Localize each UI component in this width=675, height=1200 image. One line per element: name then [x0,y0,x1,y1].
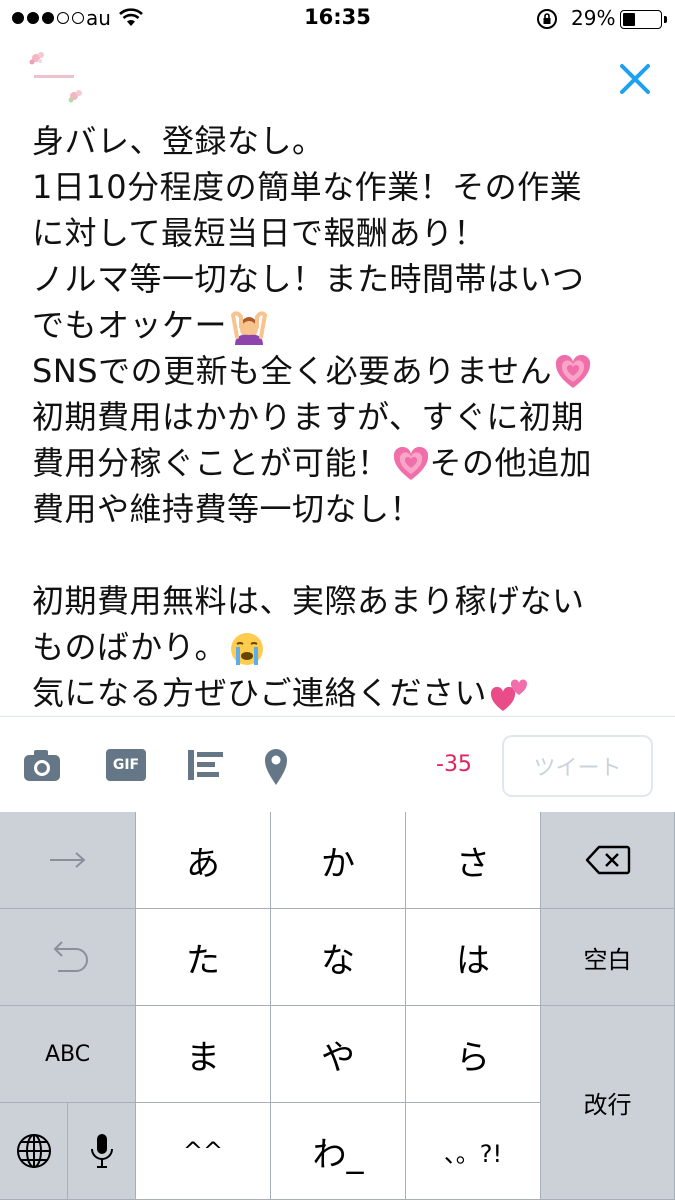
tweet-line: 身バレ、登録なし。 [32,122,325,160]
key-ha[interactable]: は [406,909,541,1006]
key-punctuation[interactable]: 、。?! [406,1103,541,1200]
key-ma-label: ま [186,1037,220,1078]
orientation-lock-icon [537,9,557,29]
status-bar: au 16:35 29% [0,0,675,38]
tweet-line: SNSでの更新も全く必要ありません [32,348,652,394]
key-wa-label: わ_ [312,1134,364,1175]
key-sa-label: さ [456,843,490,884]
globe-icon [16,1134,51,1168]
arrow-right-icon [49,852,86,868]
tweet-button[interactable]: ツイート [502,735,653,797]
tweet-line: に対して最短当日で報酬あり！ [32,214,487,252]
key-ta-label: た [186,940,220,981]
tweet-line: 費用や維持費等一切なし！ [32,490,423,528]
key-ha-label: は [456,940,490,981]
growing-heart-emoji-icon [393,447,428,480]
location-pin-icon[interactable] [262,747,290,787]
space-key[interactable]: 空白 [541,909,675,1006]
close-icon[interactable] [612,56,658,102]
battery-percent: 29% [571,6,616,30]
key-sa[interactable]: さ [406,812,541,909]
key-ka-label: か [321,843,355,884]
microphone-icon [90,1134,113,1168]
abc-key[interactable]: ABC [0,1006,136,1103]
camera-icon[interactable] [22,745,62,785]
crying-face-emoji-icon [231,633,264,665]
key-a-label: あ [186,843,220,884]
tweet-line: 初期費用はかかりますが、すぐに初期 [32,398,584,436]
undo-key[interactable] [0,909,136,1006]
tweet-line: ノルマ等一切なし！また時間帯はいつ [32,260,585,298]
key-ka[interactable]: か [271,812,406,909]
poll-icon[interactable] [186,745,226,785]
key-ta[interactable]: た [136,909,271,1006]
two-hearts-emoji-icon [490,679,528,711]
return-key-label: 改行 [583,1091,632,1119]
key-emoticon-label: ^^ [182,1137,224,1165]
tweet-line: ものばかり。 [32,624,652,670]
next-candidate-key[interactable] [0,812,136,909]
key-a[interactable]: あ [136,812,271,909]
tweet-text-area[interactable]: 身バレ、登録なし。 1日10分程度の簡単な作業！その作業 に対して最短当日で報酬… [32,118,652,716]
space-key-label: 空白 [583,945,632,974]
compose-toolbar: GIF -35 ツイート [0,716,675,812]
key-emoticon[interactable]: ^^ [136,1103,271,1200]
globe-key[interactable] [0,1103,68,1200]
tweet-line: 初期費用無料は、実際あまり稼げない [32,582,585,620]
tweet-line: でもオッケー [32,302,652,348]
tweet-line: 費用分稼ぐことが可能！ その他追加 [32,444,593,482]
japanese-keyboard: あ か さ た な は 空白 ABC ま や ら 改行 ^^ わ_ 、。?! [0,812,675,1200]
backspace-icon [585,845,630,875]
tweet-line: 1日10分程度の簡単な作業！その作業 [32,168,583,206]
tweet-line: 気になる方ぜひご連絡ください [32,670,652,716]
character-counter: -35 [436,752,472,777]
key-ya[interactable]: や [271,1006,406,1103]
key-ra[interactable]: ら [406,1006,541,1103]
key-na[interactable]: な [271,909,406,1006]
key-punctuation-label: 、。?! [443,1139,503,1168]
return-key[interactable]: 改行 [541,1006,675,1200]
key-na-label: な [321,940,355,981]
key-ya-label: や [321,1037,355,1078]
key-ra-label: ら [456,1037,490,1078]
ok-gesture-emoji-icon [230,311,268,345]
battery-icon [620,10,667,29]
growing-heart-emoji-icon [556,355,591,388]
delete-key[interactable] [541,812,675,909]
key-wa[interactable]: わ_ [271,1103,406,1200]
undo-icon [53,941,88,972]
abc-key-label: ABC [44,1041,91,1067]
key-ma[interactable]: ま [136,1006,271,1103]
dictation-key[interactable] [68,1103,136,1200]
compose-header [0,38,675,118]
gif-button[interactable]: GIF [106,749,146,781]
user-avatar[interactable] [22,46,90,108]
